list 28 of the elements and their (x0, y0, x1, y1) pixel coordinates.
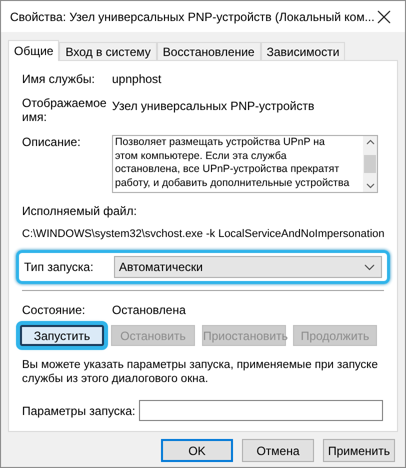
scroll-up-icon[interactable] (366, 139, 374, 145)
status-value: Остановлена (112, 303, 186, 317)
dialog-button[interactable]: OK (161, 439, 233, 462)
executable-path: C:\WINDOWS\system32\svchost.exe -k LocalServiceAndNoImpersonation (22, 228, 384, 240)
tab[interactable]: Зависимости (260, 42, 346, 60)
field-label: Имя службы: (22, 72, 96, 86)
dialog-button[interactable]: Отмена (242, 439, 314, 462)
dialog-button[interactable]: Применить (323, 439, 395, 462)
hint-text: Вы можете указать параметры запуска, применяемые при запуске службы из этого диалогового окна. (22, 358, 379, 386)
description-box[interactable]: Позволяет размещать устройства UPnP на этом компьютере. Если эта служба остановлена, все UPnP-устройства прекратят работу, и добавить дополнительные устройства (112, 135, 378, 193)
field-label: Тип запуска: (24, 260, 94, 274)
start-parameters-field[interactable] (139, 400, 384, 421)
startup-type-dropdown[interactable]: Автоматически (114, 256, 382, 278)
window-title: Свойства: Узел универсальных PNP-устройств (Локальный ком... (10, 10, 375, 24)
chevron-down-icon (364, 264, 375, 270)
field-label: Описание: (22, 135, 82, 149)
field-label: Исполняемый файл: (22, 204, 138, 218)
scroll-down-icon[interactable] (366, 183, 374, 189)
field-label: Параметры запуска: (22, 404, 136, 418)
tab[interactable]: Общие (8, 40, 60, 61)
field-value: upnphost (112, 72, 162, 86)
field-label: Состояние: (22, 303, 86, 317)
close-icon[interactable] (377, 10, 391, 24)
field-label: Отображаемое имя: (22, 96, 108, 124)
tab[interactable]: Вход в систему (59, 42, 157, 60)
field-value: Узел универсальных PNP-устройств (112, 99, 314, 113)
tab[interactable]: Восстановление (156, 42, 261, 60)
scrollbar[interactable] (363, 136, 377, 192)
